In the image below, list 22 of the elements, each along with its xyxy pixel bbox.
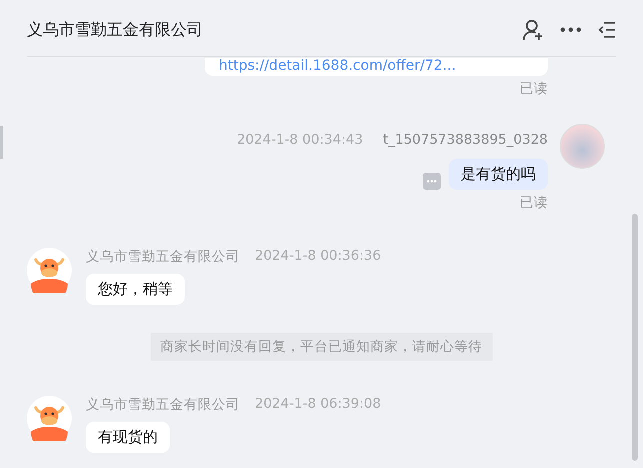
message-bubble: 是有货的吗 [449, 159, 548, 190]
bull-avatar-icon [27, 396, 72, 441]
system-notice: 商家长时间没有回复，平台已通知商家，请耐心等待 [150, 333, 492, 361]
message-time: 2024-1-8 06:39:08 [255, 396, 382, 414]
message-time: 2024-1-8 00:36:36 [255, 248, 382, 266]
add-contact-icon[interactable] [522, 19, 544, 41]
read-status: 已读 [520, 80, 548, 98]
sender-name: 义乌市雪勤五金有限公司 [86, 396, 240, 414]
message-bubble: 有现货的 [86, 422, 170, 453]
link-message[interactable]: https://detail.1688.com/offer/72... [205, 58, 548, 76]
avatar-photo-placeholder [560, 124, 605, 169]
menu-icon[interactable] [598, 21, 616, 39]
sender-name: t_1507573883895_0328 [383, 132, 548, 148]
message-bubble: 您好，稍等 [86, 274, 185, 305]
side-handle[interactable] [0, 126, 3, 159]
sender-name: 义乌市雪勤五金有限公司 [86, 248, 240, 266]
chat-title: 义乌市雪勤五金有限公司 [27, 18, 203, 40]
read-status: 已读 [520, 194, 548, 212]
scrollbar[interactable] [632, 214, 638, 461]
bull-avatar-icon [27, 248, 72, 293]
more-icon[interactable] [560, 27, 582, 33]
message-time: 2024-1-8 00:34:43 [236, 132, 364, 148]
